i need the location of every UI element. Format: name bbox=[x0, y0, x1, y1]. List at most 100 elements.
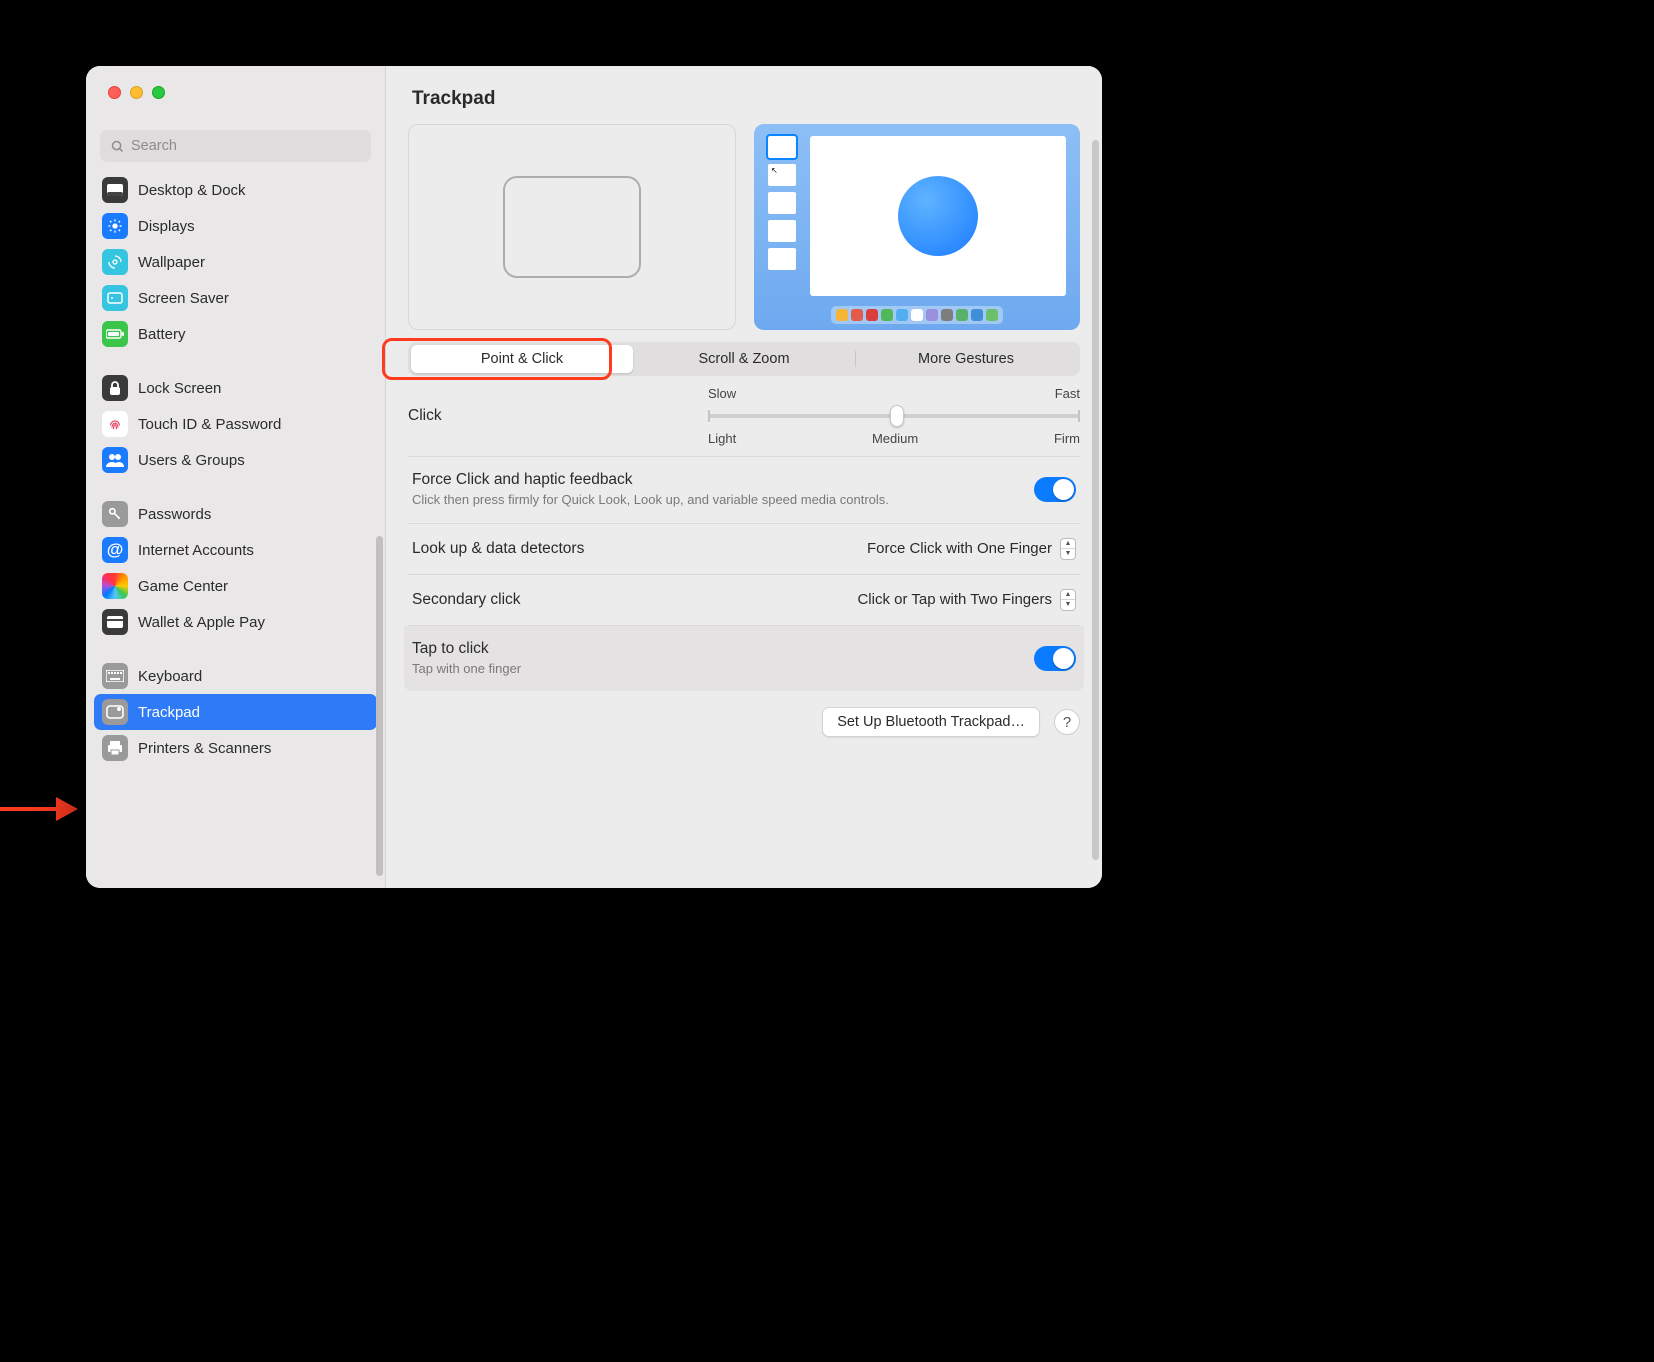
at-icon: @ bbox=[102, 537, 128, 563]
preview-thumb: ↖ bbox=[768, 164, 796, 186]
tap-to-click-toggle[interactable] bbox=[1034, 646, 1076, 671]
sidebar-item-battery[interactable]: Battery bbox=[94, 316, 377, 352]
dock-app-icon bbox=[881, 309, 893, 321]
users-icon bbox=[102, 447, 128, 473]
slider-label-medium: Medium bbox=[872, 431, 918, 446]
sidebar-item-keyboard[interactable]: Keyboard bbox=[94, 658, 377, 694]
desktop-dock-icon bbox=[102, 177, 128, 203]
sidebar-item-wallet[interactable]: Wallet & Apple Pay bbox=[94, 604, 377, 640]
page-title: Trackpad bbox=[386, 66, 1102, 124]
tab-scroll-zoom[interactable]: Scroll & Zoom bbox=[633, 345, 855, 373]
preview-thumb bbox=[768, 220, 796, 242]
force-click-description: Click then press firmly for Quick Look, … bbox=[412, 491, 1022, 509]
search-input[interactable] bbox=[131, 138, 361, 154]
sidebar-item-label: Battery bbox=[138, 326, 186, 343]
sidebar-item-screensaver[interactable]: Screen Saver bbox=[94, 280, 377, 316]
preview-dock bbox=[831, 306, 1003, 324]
sidebar-item-wallpaper[interactable]: Wallpaper bbox=[94, 244, 377, 280]
sidebar-item-gamecenter[interactable]: Game Center bbox=[94, 568, 377, 604]
click-label: Click bbox=[408, 407, 708, 425]
slider-label-slow: Slow bbox=[708, 386, 736, 401]
sidebar-item-label: Printers & Scanners bbox=[138, 740, 271, 757]
sidebar-item-label: Wallpaper bbox=[138, 254, 205, 271]
sidebar-item-displays[interactable]: Displays bbox=[94, 208, 377, 244]
sidebar-item-label: Lock Screen bbox=[138, 380, 221, 397]
zoom-button[interactable] bbox=[152, 86, 165, 99]
tabs-segmented-control: Point & Click Scroll & Zoom More Gesture… bbox=[408, 342, 1080, 376]
dock-app-icon bbox=[941, 309, 953, 321]
slider-label-firm: Firm bbox=[1054, 431, 1080, 446]
sidebar-item-label: Desktop & Dock bbox=[138, 182, 246, 199]
close-button[interactable] bbox=[108, 86, 121, 99]
row-lookup: Look up & data detectors Force Click wit… bbox=[408, 524, 1080, 575]
main-scrollbar[interactable] bbox=[1092, 140, 1099, 860]
force-click-title: Force Click and haptic feedback bbox=[412, 471, 1022, 489]
preview-viewer bbox=[810, 136, 1066, 296]
screensaver-icon bbox=[102, 285, 128, 311]
slider-label-light: Light bbox=[708, 431, 736, 446]
sidebar-item-lockscreen[interactable]: Lock Screen bbox=[94, 370, 377, 406]
sidebar-item-passwords[interactable]: Passwords bbox=[94, 496, 377, 532]
gamecenter-icon bbox=[102, 573, 128, 599]
sidebar-item-label: Keyboard bbox=[138, 668, 202, 685]
sidebar-item-label: Screen Saver bbox=[138, 290, 229, 307]
sidebar-item-users[interactable]: Users & Groups bbox=[94, 442, 377, 478]
key-icon bbox=[102, 501, 128, 527]
sidebar-item-trackpad[interactable]: Trackpad bbox=[94, 694, 377, 730]
secondary-click-popup[interactable]: Click or Tap with Two Fingers ▲▼ bbox=[857, 589, 1076, 611]
sidebar-item-touchid[interactable]: Touch ID & Password bbox=[94, 406, 377, 442]
sidebar-item-label: Displays bbox=[138, 218, 195, 235]
sidebar-item-desktop-dock[interactable]: Desktop & Dock bbox=[94, 172, 377, 208]
battery-icon bbox=[102, 321, 128, 347]
help-button[interactable]: ? bbox=[1054, 709, 1080, 735]
trackpad-icon bbox=[102, 699, 128, 725]
sidebar-item-label: Internet Accounts bbox=[138, 542, 254, 559]
preview-thumb bbox=[768, 248, 796, 270]
window-controls bbox=[86, 66, 385, 116]
dock-app-icon bbox=[896, 309, 908, 321]
sidebar-scrollbar[interactable] bbox=[376, 536, 383, 876]
search-field[interactable] bbox=[100, 130, 371, 162]
row-secondary-click: Secondary click Click or Tap with Two Fi… bbox=[408, 575, 1080, 626]
sidebar-item-label: Users & Groups bbox=[138, 452, 245, 469]
row-tap-to-click: Tap to click Tap with one finger bbox=[404, 626, 1084, 692]
dock-app-icon bbox=[911, 309, 923, 321]
tap-to-click-description: Tap with one finger bbox=[412, 660, 1022, 678]
wallet-icon bbox=[102, 609, 128, 635]
lock-icon bbox=[102, 375, 128, 401]
sidebar: Desktop & Dock Displays Wallpaper Screen… bbox=[86, 66, 386, 888]
tab-point-click[interactable]: Point & Click bbox=[411, 345, 633, 373]
tap-to-click-title: Tap to click bbox=[412, 640, 1022, 658]
lookup-popup[interactable]: Force Click with One Finger ▲▼ bbox=[867, 538, 1076, 560]
chevron-up-down-icon: ▲▼ bbox=[1060, 589, 1076, 611]
touchid-icon bbox=[102, 411, 128, 437]
setup-bluetooth-button[interactable]: Set Up Bluetooth Trackpad… bbox=[822, 707, 1040, 737]
dock-app-icon bbox=[926, 309, 938, 321]
row-force-click: Force Click and haptic feedback Click th… bbox=[408, 457, 1080, 524]
lookup-value: Force Click with One Finger bbox=[867, 540, 1052, 557]
slider-label-fast: Fast bbox=[1055, 386, 1080, 401]
circle-icon bbox=[898, 176, 978, 256]
annotation-arrow bbox=[0, 795, 80, 825]
secondary-click-value: Click or Tap with Two Fingers bbox=[857, 591, 1052, 608]
secondary-click-title: Secondary click bbox=[412, 591, 845, 609]
force-click-toggle[interactable] bbox=[1034, 477, 1076, 502]
dock-app-icon bbox=[956, 309, 968, 321]
sidebar-item-printers[interactable]: Printers & Scanners bbox=[94, 730, 377, 766]
sidebar-item-label: Trackpad bbox=[138, 704, 200, 721]
click-slider[interactable] bbox=[708, 414, 1080, 418]
tab-more-gestures[interactable]: More Gestures bbox=[855, 345, 1077, 373]
wallpaper-icon bbox=[102, 249, 128, 275]
sidebar-item-internet[interactable]: @ Internet Accounts bbox=[94, 532, 377, 568]
dock-app-icon bbox=[851, 309, 863, 321]
sidebar-item-label: Wallet & Apple Pay bbox=[138, 614, 265, 631]
preview-thumb bbox=[768, 136, 796, 158]
dock-app-icon bbox=[866, 309, 878, 321]
printer-icon bbox=[102, 735, 128, 761]
dock-app-icon bbox=[836, 309, 848, 321]
preview-thumb bbox=[768, 192, 796, 214]
dock-app-icon bbox=[986, 309, 998, 321]
dock-app-icon bbox=[971, 309, 983, 321]
minimize-button[interactable] bbox=[130, 86, 143, 99]
slider-knob[interactable] bbox=[890, 405, 904, 427]
